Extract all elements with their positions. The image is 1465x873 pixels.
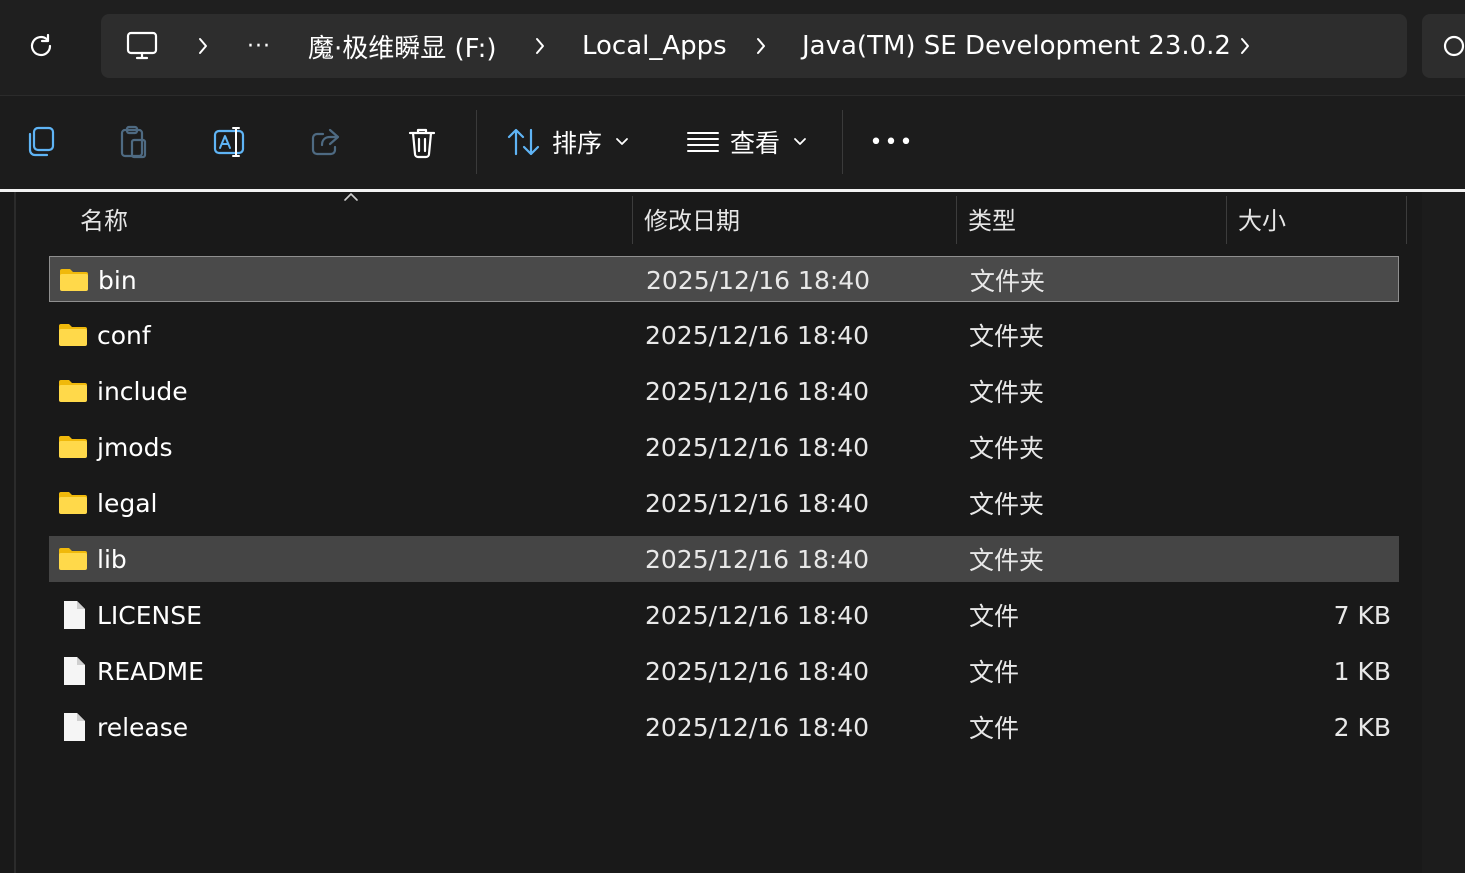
file-name: LICENSE xyxy=(97,600,202,630)
column-divider[interactable] xyxy=(956,196,957,244)
chevron-down-icon xyxy=(616,138,628,145)
search-box[interactable] xyxy=(1422,14,1465,78)
file-modified-date: 2025/12/16 18:40 xyxy=(645,600,870,630)
command-separator xyxy=(476,110,477,174)
file-row[interactable]: lib 2025/12/16 18:40 文件夹 xyxy=(49,536,1399,582)
copy-icon xyxy=(28,126,55,157)
monitor-icon xyxy=(126,31,158,60)
file-name: conf xyxy=(97,320,151,350)
folder-icon xyxy=(58,322,88,348)
folder-icon xyxy=(58,490,88,516)
document-icon xyxy=(62,656,92,685)
copy-button[interactable] xyxy=(18,118,62,166)
file-modified-date: 2025/12/16 18:40 xyxy=(645,320,870,350)
share-button[interactable] xyxy=(304,118,348,166)
file-type: 文件夹 xyxy=(969,490,1045,519)
file-row[interactable]: LICENSE 2025/12/16 18:40 文件 7 KB xyxy=(49,592,1399,638)
breadcrumb-chevron-icon[interactable] xyxy=(528,34,552,58)
file-type: 文件夹 xyxy=(969,546,1045,575)
file-type: 文件夹 xyxy=(970,267,1046,296)
refresh-icon xyxy=(30,33,52,57)
paste-button[interactable] xyxy=(112,118,156,166)
file-name: release xyxy=(97,712,189,742)
breadcrumb-item-drive[interactable]: 魔·极维瞬显 (F:) xyxy=(308,14,497,78)
file-row[interactable]: legal 2025/12/16 18:40 文件夹 xyxy=(49,480,1399,526)
file-row[interactable]: release 2025/12/16 18:40 文件 2 KB xyxy=(49,704,1399,750)
breadcrumb-item-local-apps[interactable]: Local_Apps xyxy=(582,14,727,78)
search-icon xyxy=(1443,35,1465,57)
command-separator xyxy=(842,110,843,174)
folder-icon xyxy=(58,546,88,572)
delete-button[interactable] xyxy=(400,118,444,166)
address-bar: ··· 魔·极维瞬显 (F:) Local_Apps Java(TM) SE D… xyxy=(0,0,1465,96)
file-name: README xyxy=(97,656,204,686)
breadcrumb-overflow-button[interactable]: ··· xyxy=(247,14,271,78)
document-icon xyxy=(62,600,92,629)
file-explorer-window: ··· 魔·极维瞬显 (F:) Local_Apps Java(TM) SE D… xyxy=(0,0,1465,873)
file-modified-date: 2025/12/16 18:40 xyxy=(645,656,870,686)
file-name: lib xyxy=(97,544,127,574)
rename-button[interactable] xyxy=(208,118,252,166)
refresh-button[interactable] xyxy=(20,26,62,66)
more-options-button[interactable]: ••• xyxy=(868,118,916,166)
column-header-modified[interactable]: 修改日期 xyxy=(644,192,954,244)
file-size: 1 KB xyxy=(1333,656,1391,686)
file-type: 文件夹 xyxy=(969,434,1045,463)
file-name: legal xyxy=(97,488,158,518)
column-header-name[interactable]: 名称 xyxy=(80,192,630,244)
file-size: 7 KB xyxy=(1333,600,1391,630)
breadcrumb[interactable]: ··· 魔·极维瞬显 (F:) Local_Apps Java(TM) SE D… xyxy=(101,14,1407,78)
breadcrumb-chevron-icon[interactable] xyxy=(191,34,215,58)
breadcrumb-chevron-icon[interactable] xyxy=(1233,34,1257,58)
column-header-size[interactable]: 大小 xyxy=(1238,192,1404,244)
trash-icon xyxy=(408,128,436,159)
clipboard-icon xyxy=(120,125,147,159)
view-label: 查看 xyxy=(730,129,781,158)
file-row[interactable]: README 2025/12/16 18:40 文件 1 KB xyxy=(49,648,1399,694)
view-button[interactable]: 查看 xyxy=(686,118,810,166)
sort-arrows-icon xyxy=(507,128,540,156)
share-icon xyxy=(311,128,340,156)
folder-icon xyxy=(58,434,88,460)
chevron-down-icon xyxy=(794,138,806,145)
file-size: 2 KB xyxy=(1333,712,1391,742)
this-pc-button[interactable] xyxy=(125,14,159,78)
file-row[interactable]: bin 2025/12/16 18:40 文件夹 xyxy=(49,256,1399,302)
column-header-type[interactable]: 类型 xyxy=(968,192,1224,244)
file-type: 文件夹 xyxy=(969,378,1045,407)
file-type: 文件 xyxy=(969,714,1020,743)
breadcrumb-item-java-sdk[interactable]: Java(TM) SE Development 23.0.2 xyxy=(802,14,1231,78)
file-type: 文件夹 xyxy=(969,322,1045,351)
folder-icon xyxy=(59,267,89,293)
folder-icon xyxy=(58,378,88,404)
file-row[interactable]: conf 2025/12/16 18:40 文件夹 xyxy=(49,312,1399,358)
file-type: 文件 xyxy=(969,658,1020,687)
file-modified-date: 2025/12/16 18:40 xyxy=(645,488,870,518)
file-name: jmods xyxy=(97,432,173,462)
column-divider[interactable] xyxy=(1406,196,1407,244)
file-modified-date: 2025/12/16 18:40 xyxy=(645,712,870,742)
file-list-pane: 名称 修改日期 类型 大小 bin 2025/12/16 18:40 文件夹 conf… xyxy=(14,192,1424,873)
sort-button[interactable]: 排序 xyxy=(506,118,632,166)
document-icon xyxy=(62,712,92,741)
file-name: bin xyxy=(98,265,137,295)
breadcrumb-chevron-icon[interactable] xyxy=(749,34,773,58)
file-modified-date: 2025/12/16 18:40 xyxy=(646,265,871,295)
column-divider[interactable] xyxy=(632,196,633,244)
file-modified-date: 2025/12/16 18:40 xyxy=(645,432,870,462)
list-view-icon xyxy=(687,132,719,152)
right-pane-edge xyxy=(1422,192,1465,873)
sort-label: 排序 xyxy=(552,129,603,158)
file-type: 文件 xyxy=(969,602,1020,631)
command-bar: 排序 查看 ••• xyxy=(0,96,1465,189)
file-name: include xyxy=(97,376,188,406)
file-modified-date: 2025/12/16 18:40 xyxy=(645,544,870,574)
rename-icon xyxy=(213,127,245,157)
column-divider[interactable] xyxy=(1226,196,1227,244)
file-row[interactable]: include 2025/12/16 18:40 文件夹 xyxy=(49,368,1399,414)
file-row[interactable]: jmods 2025/12/16 18:40 文件夹 xyxy=(49,424,1399,470)
file-modified-date: 2025/12/16 18:40 xyxy=(645,376,870,406)
